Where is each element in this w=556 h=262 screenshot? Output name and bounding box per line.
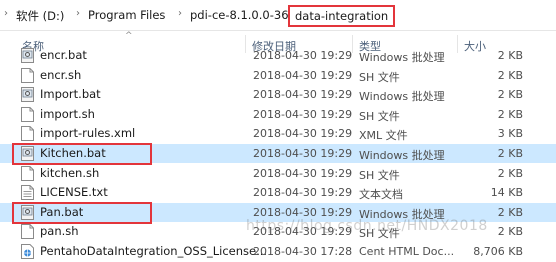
file-type: Windows 批处理: [359, 51, 445, 64]
address-bar[interactable]: › 软件 (D:) › Program Files › pdi-ce-8.1.0…: [0, 0, 556, 31]
file-icon: [21, 166, 34, 181]
file-name: pan.sh: [40, 224, 79, 238]
file-icon: [21, 224, 34, 239]
file-name: kitchen.sh: [40, 166, 100, 180]
file-size: 2 KB: [497, 147, 523, 160]
file-size: 2 KB: [497, 69, 523, 82]
file-modified-date: 2018-04-30 19:29: [253, 108, 353, 121]
file-type: SH 文件: [359, 71, 400, 84]
file-name: Import.bat: [40, 87, 101, 101]
breadcrumb-program-files[interactable]: Program Files: [88, 8, 165, 22]
file-size: 8,706 KB: [473, 245, 523, 258]
text-file-icon: [21, 185, 34, 200]
breadcrumb-separator-icon[interactable]: ›: [4, 8, 8, 19]
file-icon: [21, 68, 34, 83]
file-name: PentahoDataIntegration_OSS_License...: [40, 244, 268, 258]
file-type: Cent HTML Doc...: [359, 245, 455, 258]
file-size: 2 KB: [497, 108, 523, 121]
highlight-box: [12, 202, 152, 224]
sort-ascending-icon: ^: [125, 31, 133, 41]
file-modified-date: 2018-04-30 19:29: [253, 127, 353, 140]
breadcrumb-separator-icon[interactable]: ›: [178, 8, 182, 19]
file-size: 2 KB: [497, 88, 523, 101]
file-name: encr.bat: [40, 48, 87, 62]
file-size: 2 KB: [497, 49, 523, 62]
breadcrumb-current-folder[interactable]: data-integration: [288, 5, 396, 27]
file-type: Windows 批处理: [359, 149, 445, 162]
file-name: LICENSE.txt: [40, 185, 108, 199]
breadcrumb-separator-icon[interactable]: ›: [76, 8, 80, 19]
file-name: import.sh: [40, 107, 95, 121]
file-size: 14 KB: [490, 186, 523, 199]
file-modified-date: 2018-04-30 19:29: [253, 147, 353, 160]
file-icon: [21, 107, 34, 122]
file-row[interactable]: import-rules.xml 2018-04-30 19:29 XML 文件 3 …: [0, 124, 556, 143]
file-name: encr.sh: [40, 68, 82, 82]
file-modified-date: 2018-04-30 19:29: [253, 88, 353, 101]
file-size: 2 KB: [497, 167, 523, 180]
watermark: https://blog.csdn.net/HNDX2018: [246, 218, 488, 234]
file-name: import-rules.xml: [40, 126, 136, 140]
file-row[interactable]: kitchen.sh 2018-04-30 19:29 SH 文件 2 KB: [0, 164, 556, 183]
file-modified-date: 2018-04-30 19:29: [253, 186, 353, 199]
file-modified-date: 2018-04-30 19:29: [253, 167, 353, 180]
file-row[interactable]: import.sh 2018-04-30 19:29 SH 文件 2 KB: [0, 105, 556, 124]
html-file-icon: [21, 244, 34, 259]
file-row[interactable]: LICENSE.txt 2018-04-30 19:29 文本文档 14 KB: [0, 183, 556, 202]
highlight-box: [12, 143, 152, 165]
file-row[interactable]: Import.bat 2018-04-30 19:29 Windows 批处理 2 K…: [0, 85, 556, 104]
file-row[interactable]: encr.bat 2018-04-30 19:29 Windows 批处理 2 KB: [0, 46, 556, 65]
breadcrumb-pdi-folder[interactable]: pdi-ce-8.1.0.0-365: [190, 8, 296, 22]
file-icon: [21, 126, 34, 141]
file-type: XML 文件: [359, 129, 408, 142]
file-size: 3 KB: [497, 127, 523, 140]
file-row[interactable]: PentahoDataIntegration_OSS_License... 201…: [0, 242, 556, 261]
file-type: Windows 批处理: [359, 90, 445, 103]
file-type: 文本文档: [359, 188, 403, 201]
file-modified-date: 2018-04-30 19:29: [253, 49, 353, 62]
file-row[interactable]: encr.sh 2018-04-30 19:29 SH 文件 2 KB: [0, 66, 556, 85]
file-modified-date: 2018-04-30 17:28: [253, 245, 353, 258]
file-type: SH 文件: [359, 110, 400, 123]
batch-file-icon: [21, 87, 34, 102]
file-modified-date: 2018-04-30 19:29: [253, 69, 353, 82]
file-type: SH 文件: [359, 169, 400, 182]
breadcrumb-drive[interactable]: 软件 (D:): [16, 8, 64, 24]
batch-file-icon: [21, 48, 34, 63]
